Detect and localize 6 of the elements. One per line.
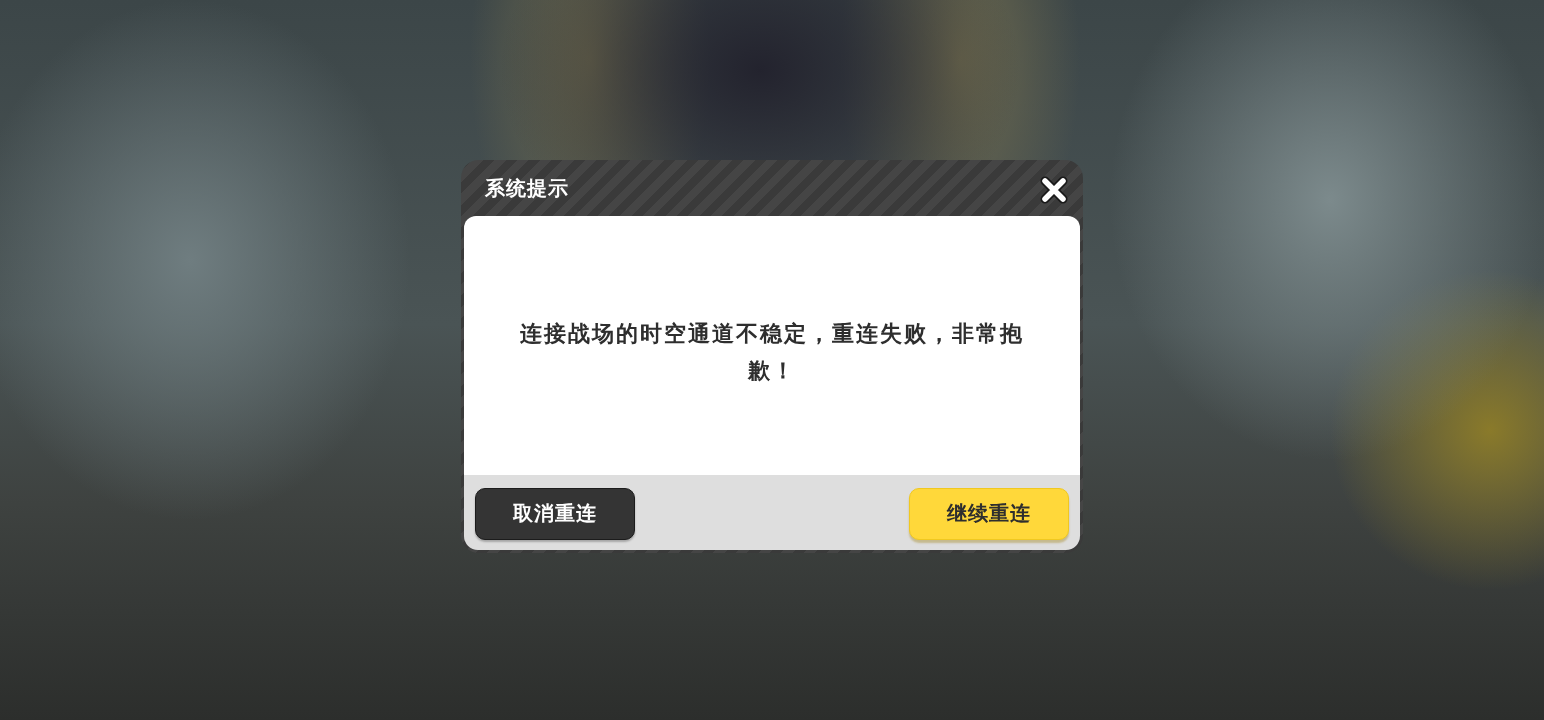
dialog-message: 连接战场的时空通道不稳定，重连失败，非常抱歉！ [519, 319, 1025, 385]
cancel-button[interactable]: 取消重连 [475, 487, 635, 540]
close-icon [1039, 175, 1069, 205]
dialog-title: 系统提示 [485, 174, 569, 202]
confirm-button[interactable]: 继续重连 [909, 487, 1069, 540]
close-button[interactable] [1038, 174, 1070, 206]
